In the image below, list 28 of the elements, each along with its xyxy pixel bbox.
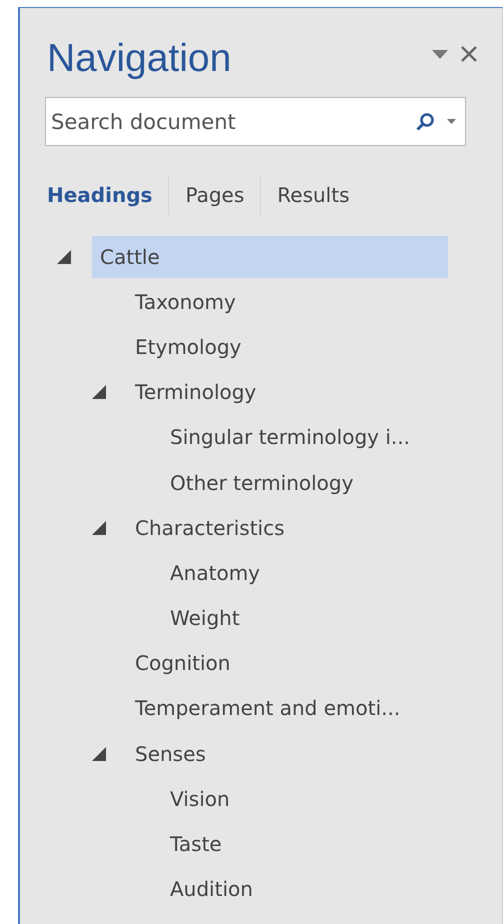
heading-item[interactable]: Singular terminology i... bbox=[162, 416, 418, 458]
expand-icon[interactable] bbox=[92, 385, 106, 400]
heading-item[interactable]: Temperament and emoti... bbox=[127, 687, 408, 730]
heading-item[interactable]: Other terminology bbox=[162, 462, 362, 504]
close-icon[interactable] bbox=[460, 45, 478, 63]
caret-icon[interactable] bbox=[447, 119, 456, 124]
heading-item[interactable]: Vision bbox=[162, 778, 238, 820]
caret-icon[interactable] bbox=[432, 50, 448, 58]
tab[interactable]: Results bbox=[261, 174, 366, 216]
heading-item[interactable]: Taste bbox=[162, 823, 230, 866]
heading-item[interactable]: Audition bbox=[162, 868, 261, 910]
heading-item[interactable]: Anatomy bbox=[162, 552, 268, 594]
heading-item[interactable]: Senses bbox=[127, 732, 214, 775]
heading-item[interactable]: Characteristics bbox=[127, 506, 293, 549]
heading-item[interactable]: Cattle bbox=[92, 236, 448, 278]
tab[interactable]: Headings bbox=[47, 174, 168, 216]
heading-item[interactable]: Terminology bbox=[127, 371, 264, 414]
expand-icon[interactable] bbox=[92, 520, 106, 535]
search-field[interactable]: Search document bbox=[45, 97, 466, 146]
heading-item[interactable]: Taxonomy bbox=[127, 280, 244, 323]
expand-icon[interactable] bbox=[57, 250, 71, 264]
pane-title: Navigation bbox=[47, 39, 232, 78]
heading-item[interactable]: Etymology bbox=[127, 326, 250, 368]
search-icon[interactable] bbox=[415, 112, 435, 132]
heading-item[interactable]: Weight bbox=[162, 597, 248, 640]
expand-icon[interactable] bbox=[92, 746, 106, 761]
heading-item[interactable]: Cognition bbox=[127, 642, 238, 684]
tab[interactable]: Pages bbox=[169, 174, 260, 216]
